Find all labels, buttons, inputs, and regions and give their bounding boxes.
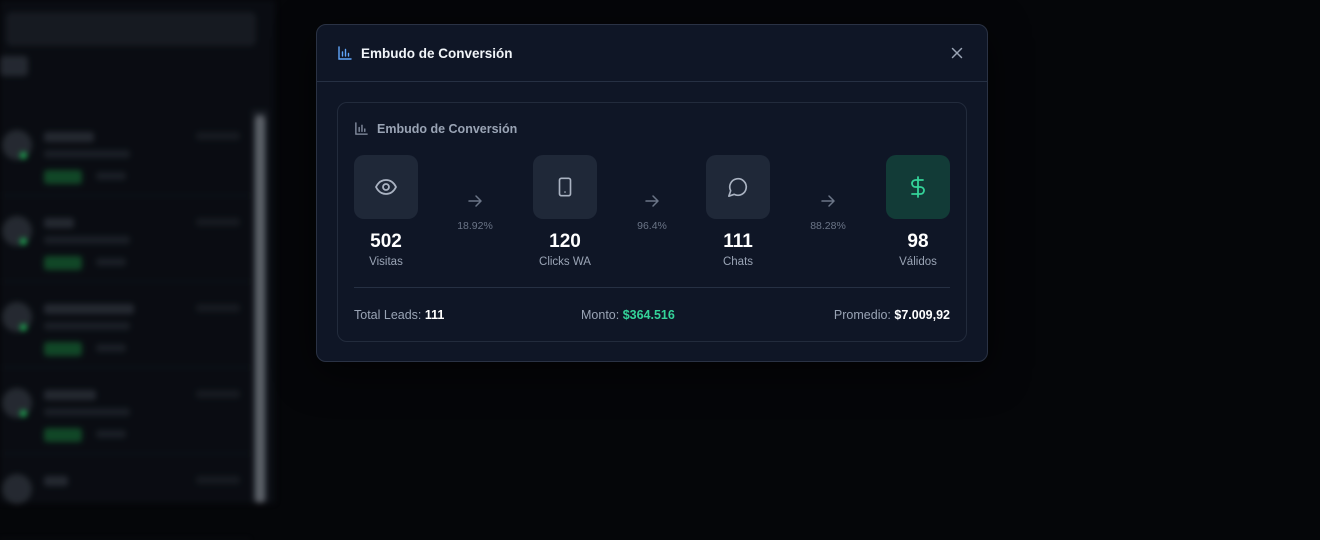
stage-label: Chats bbox=[722, 256, 754, 268]
conversion-step: 96.4% bbox=[617, 193, 687, 232]
funnel-card: Embudo de Conversión 502 Visitas 18.92% bbox=[337, 102, 967, 342]
promedio-summary: Promedio: $7.009,92 bbox=[834, 308, 950, 322]
stage-value: 120 bbox=[549, 231, 581, 252]
close-icon[interactable] bbox=[951, 47, 963, 59]
close-button[interactable] bbox=[947, 43, 967, 63]
stage-icon-box bbox=[354, 155, 418, 219]
bar-chart-icon bbox=[355, 122, 368, 135]
background-tabs bbox=[0, 56, 167, 76]
conversion-step: 18.92% bbox=[440, 193, 510, 232]
conversion-funnel-modal: Embudo de Conversión Embudo de Conversió… bbox=[316, 24, 988, 362]
card-header: Embudo de Conversión bbox=[354, 121, 517, 136]
stage-label: Visitas bbox=[369, 256, 403, 268]
stage-icon-box bbox=[706, 155, 770, 219]
stage-value: 98 bbox=[907, 231, 929, 252]
background-list-item bbox=[0, 454, 250, 540]
divider bbox=[354, 287, 950, 288]
modal-header: Embudo de Conversión bbox=[317, 25, 987, 82]
arrow-right-icon bbox=[645, 195, 659, 207]
dollar-icon bbox=[911, 176, 925, 198]
eye-icon bbox=[375, 179, 397, 195]
modal-title: Embudo de Conversión bbox=[361, 45, 513, 61]
stage-value: 502 bbox=[370, 231, 402, 252]
background-tab bbox=[130, 56, 167, 76]
background-chat-list bbox=[0, 110, 250, 540]
funnel-stage-validos: 98 Válidos bbox=[858, 155, 978, 268]
funnel-stage-clicks-wa: 120 Clicks WA bbox=[505, 155, 625, 268]
stage-icon-box bbox=[886, 155, 950, 219]
stage-label: Válidos bbox=[899, 256, 937, 268]
background-list-item bbox=[0, 368, 250, 454]
background-app bbox=[0, 0, 275, 540]
card-title: Embudo de Conversión bbox=[377, 121, 518, 136]
stage-icon-box bbox=[533, 155, 597, 219]
background-search bbox=[6, 12, 256, 46]
stage-label: Clicks WA bbox=[539, 256, 591, 268]
bar-chart-icon bbox=[338, 46, 352, 60]
conversion-rate: 96.4% bbox=[637, 220, 667, 232]
background-list-item bbox=[0, 110, 250, 196]
total-leads-summary: Total Leads: 111 bbox=[354, 308, 444, 322]
promedio-value: $7.009,92 bbox=[894, 308, 950, 322]
conversion-rate: 88.28% bbox=[810, 220, 846, 232]
total-leads-label: Total Leads: bbox=[354, 308, 422, 322]
conversion-rate: 18.92% bbox=[457, 220, 493, 232]
background-tab bbox=[42, 56, 73, 76]
arrow-right-icon bbox=[821, 195, 835, 207]
monto-label: Monto: bbox=[581, 308, 620, 322]
background-list-item bbox=[0, 282, 250, 368]
chat-bubble-icon bbox=[728, 177, 748, 197]
background-scrollbar-thumb bbox=[255, 115, 265, 503]
background-list-item bbox=[0, 196, 250, 282]
promedio-label: Promedio: bbox=[833, 308, 891, 322]
funnel-stage-visitas: 502 Visitas bbox=[326, 155, 446, 268]
background-tab bbox=[0, 56, 29, 76]
conversion-step: 88.28% bbox=[793, 193, 863, 232]
background-tab bbox=[88, 56, 116, 76]
phone-icon bbox=[558, 177, 572, 197]
total-leads-value: 111 bbox=[424, 308, 445, 322]
arrow-right-icon bbox=[468, 195, 482, 207]
stage-value: 111 bbox=[723, 231, 753, 252]
funnel-stage-chats: 111 Chats bbox=[678, 155, 798, 268]
monto-value: $364.516 bbox=[622, 308, 675, 322]
monto-summary: Monto: $364.516 bbox=[581, 308, 675, 322]
